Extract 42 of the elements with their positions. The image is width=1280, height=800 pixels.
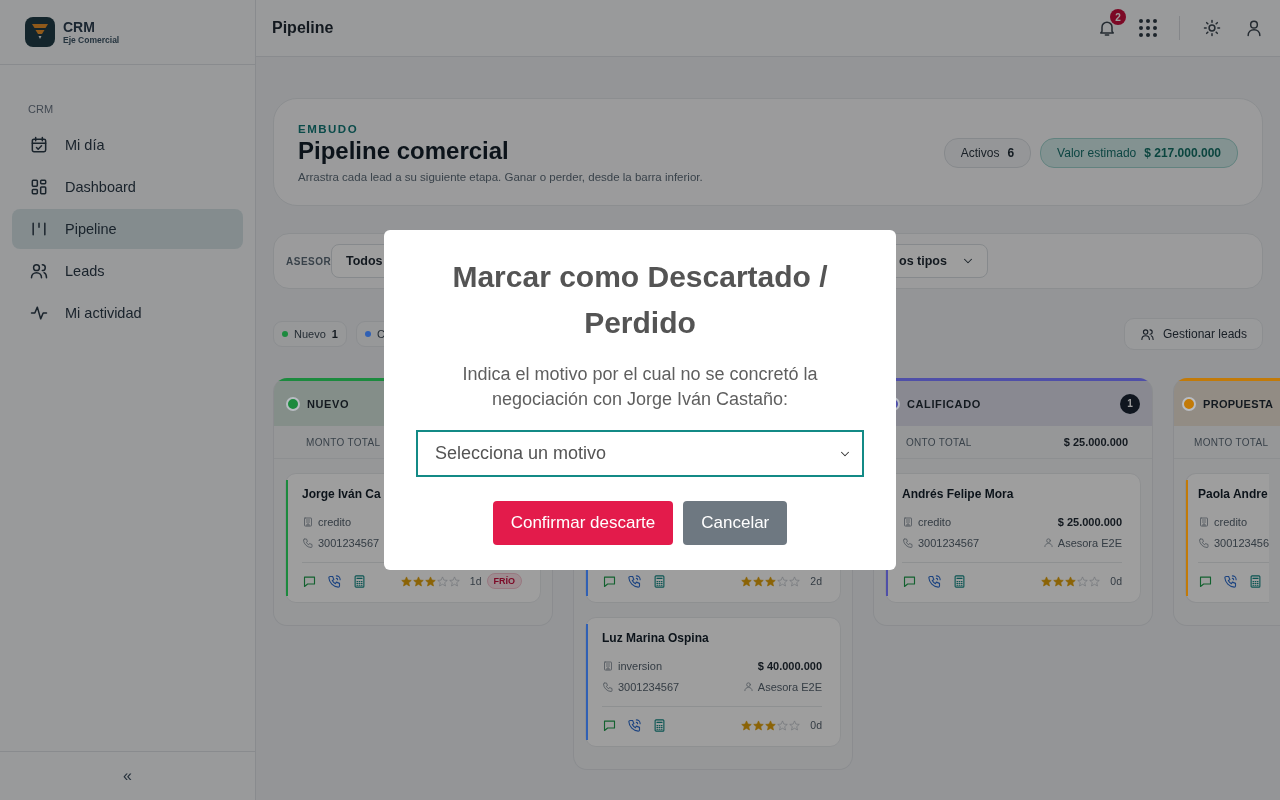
age-text: 2d <box>810 575 822 587</box>
notification-badge: 2 <box>1110 9 1126 25</box>
column-title: NUEVO <box>307 397 350 410</box>
product-text: credito <box>1214 515 1248 528</box>
stat-pill: Activos 6 <box>943 138 1032 168</box>
lead-name: Paola Andre <box>1198 487 1269 503</box>
amount-text: $ 25.000.000 <box>1057 515 1122 528</box>
advisor-text: Asesora E2E <box>757 680 822 693</box>
page-title: Pipeline <box>272 19 335 37</box>
lead-name: Luz Marina Ospina <box>602 631 710 647</box>
phone-text: 3001234567 <box>918 536 980 549</box>
age-text: 0d <box>810 719 822 731</box>
column-title: CALIFICADO <box>907 397 981 410</box>
phone-text: 3001234567 <box>318 536 380 549</box>
advisor-text: Asesora E2E <box>1057 536 1122 549</box>
column-title: PROPUESTA <box>1203 397 1274 410</box>
brand-subtitle: Eje Comercial <box>63 34 120 45</box>
filter-label: ASESOR <box>286 255 331 267</box>
hero-title: Pipeline comercial <box>298 137 510 165</box>
dialog-message: Indica el motivo por el cual no se concretó la negociación con Jorge Iván Castaño: <box>461 363 819 411</box>
lead-name: Jorge Iván Ca <box>302 487 382 503</box>
brand-title: CRM <box>63 19 96 35</box>
phone-text: 3001234567 <box>618 680 680 693</box>
total-label: MONTO TOTAL <box>1194 436 1269 448</box>
count-badge: 1 <box>1120 393 1140 414</box>
lead-name: Andrés Felipe Mora <box>902 487 1015 503</box>
total-amount: $ 25.000.000 <box>1063 436 1128 448</box>
age-text: 1d <box>469 575 482 587</box>
product-text: credito <box>318 515 352 528</box>
dialog-title: Marcar como Descartado / Perdido <box>451 259 829 341</box>
age-text: 0d <box>1110 575 1122 587</box>
amount-text: $ 40.000.000 <box>757 659 822 672</box>
product-text: inversion <box>618 659 663 672</box>
total-label: MONTO TOTAL <box>306 436 381 448</box>
nav-section-label: CRM <box>27 102 55 117</box>
hero-subtitle: Arrastra cada lead a su siguiente etapa. Ganar o perder, desde la barra inferior. <box>298 171 703 183</box>
eyebrow-label: EMBUDO <box>298 123 360 135</box>
stat-pill: Valor estimado $ 217.000.000 <box>1040 138 1238 168</box>
phone-text: 300123456 <box>1214 536 1270 549</box>
temperature-tag: FRÍO <box>486 573 522 589</box>
product-text: credito <box>918 515 952 528</box>
total-label: ONTO TOTAL <box>906 436 972 448</box>
